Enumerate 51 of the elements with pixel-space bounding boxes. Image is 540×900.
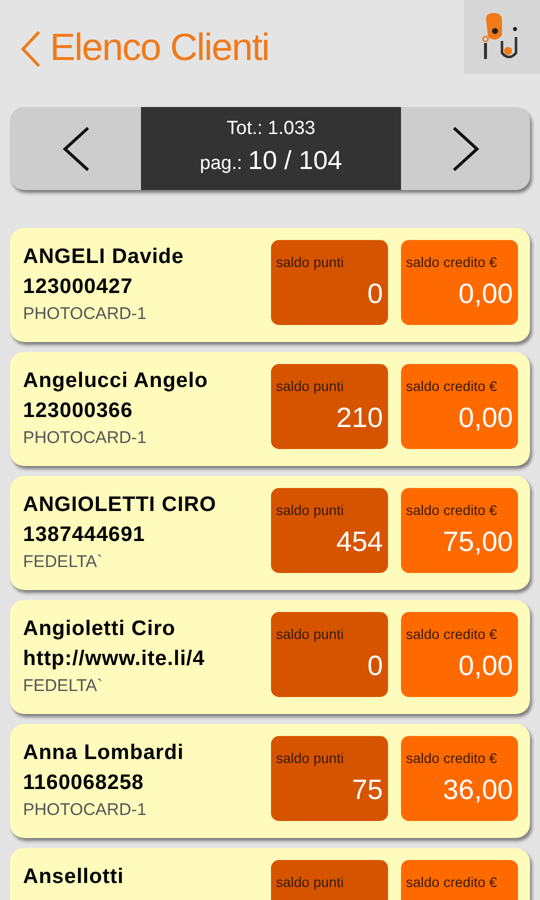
client-card[interactable]: Angioletti Ciro http://www.ite.li/4 FEDELTA` saldo punti 0 saldo credito € 0,00 (10, 600, 530, 714)
client-name: ANGELI Davide (23, 244, 185, 270)
card-type: PHOTOCARD-1 (23, 799, 148, 821)
chevron-left-icon (60, 126, 90, 172)
credit-value: 0,00 (458, 650, 513, 682)
points-value: 0 (366, 278, 383, 310)
client-card[interactable]: Ansellotti saldo punti saldo credito € (10, 848, 530, 900)
card-type: FEDELTA` (23, 675, 104, 697)
client-name: ANGIOLETTI CIRO (23, 492, 218, 518)
balance-label: saldo credito € (406, 750, 498, 766)
balance-label: saldo credito € (406, 626, 498, 642)
balance-label: saldo punti (276, 254, 345, 270)
page-number: 10 / 104 (248, 144, 342, 177)
page-label: pag.: (200, 152, 242, 176)
total-count: Tot.: 1.033 (226, 117, 316, 141)
client-card[interactable]: Angelucci Angelo 123000366 PHOTOCARD-1 saldo punti 210 saldo credito € 0,00 (10, 352, 530, 466)
card-type: PHOTOCARD-1 (23, 303, 148, 325)
balance-label: saldo credito € (406, 254, 498, 270)
balance-label: saldo credito € (406, 378, 498, 394)
credit-value: 0,00 (458, 278, 513, 310)
balance-label: saldo punti (276, 874, 345, 890)
client-code: http://www.ite.li/4 (23, 646, 206, 672)
points-value: 75 (350, 774, 383, 806)
back-chevron-icon (20, 30, 42, 68)
balance-label: saldo credito € (406, 502, 498, 518)
credit-value: 0,00 (458, 402, 513, 434)
points-value: 210 (335, 402, 383, 434)
card-type: PHOTOCARD-1 (23, 427, 148, 449)
card-type: FEDELTA` (23, 551, 104, 573)
client-code: 123000366 (23, 398, 134, 424)
balance-label: saldo punti (276, 750, 345, 766)
balance-label: saldo punti (276, 378, 345, 394)
client-name: Angioletti Ciro (23, 616, 177, 642)
client-card[interactable]: ANGELI Davide 123000427 PHOTOCARD-1 saldo punti 0 saldo credito € 0,00 (10, 228, 530, 342)
balance-label: saldo punti (276, 626, 345, 642)
client-name: Anna Lombardi (23, 740, 185, 766)
points-value: 454 (335, 526, 383, 558)
client-code: 123000427 (23, 274, 134, 300)
client-name: Angelucci Angelo (23, 368, 209, 394)
client-card[interactable]: ANGIOLETTI CIRO 1387444691 FEDELTA` saldo punti 454 saldo credito € 75,00 (10, 476, 530, 590)
client-card[interactable]: Anna Lombardi 1160068258 PHOTOCARD-1 saldo punti 75 saldo credito € 36,00 (10, 724, 530, 838)
points-value: 0 (366, 650, 383, 682)
balance-label: saldo punti (276, 502, 345, 518)
client-code: 1387444691 (23, 522, 146, 548)
credit-value: 36,00 (442, 774, 513, 806)
credit-value: 75,00 (442, 526, 513, 558)
client-name: Ansellotti (23, 864, 125, 890)
chevron-right-icon (450, 126, 480, 172)
client-code: 1160068258 (23, 770, 145, 796)
logo-tile[interactable] (464, 0, 540, 74)
balance-label: saldo credito € (406, 874, 498, 890)
